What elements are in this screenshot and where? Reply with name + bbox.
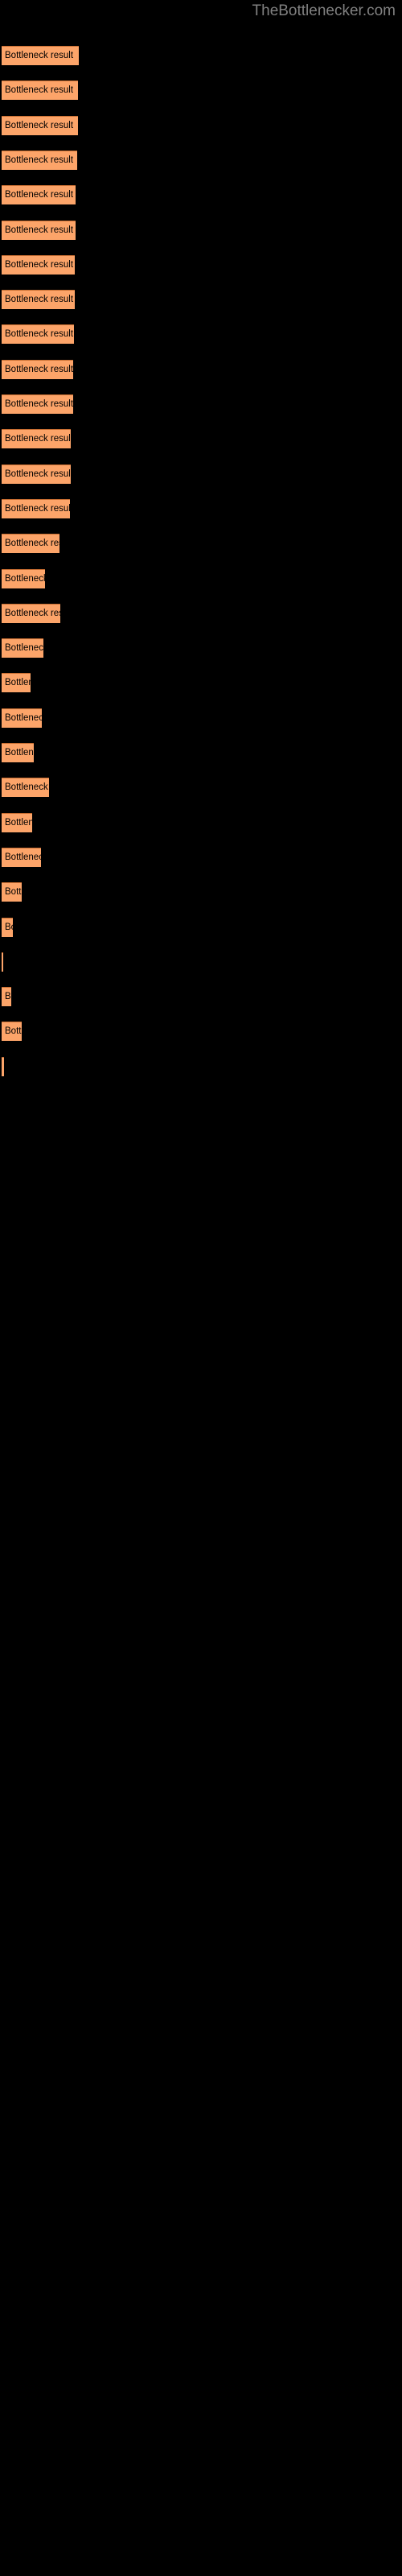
bar-label: Bottleneck result [5,643,43,654]
bar-label: Bottleneck result [5,120,74,130]
bar-row[interactable]: Bottleneck result [2,185,76,205]
bar-label: Bottleneck result [5,399,73,409]
bar-label: Bottleneck result [5,887,22,898]
bar-row[interactable]: Bottleneck result [2,952,3,972]
bar-label: Bottleneck result [5,782,49,793]
bar-row[interactable]: Bottleneck result [2,534,59,554]
bar-row[interactable]: Bottleneck result [2,1056,4,1076]
bar-row[interactable]: Bottleneck result [2,673,31,693]
bar-row[interactable]: Bottleneck result [2,254,75,275]
bar-label: Bottleneck result [5,295,74,305]
chart-page: TheBottlenecker.com Bottleneck result Bot… [0,0,402,2576]
bar-label: Bottleneck result [5,364,73,374]
bar-label: Bottleneck result [5,469,71,479]
bar-label: Bottleneck result [5,503,70,514]
bar-row[interactable]: Bottleneck result [2,568,45,588]
bar-row[interactable]: Bottleneck result [2,324,74,345]
bar-row[interactable]: Bottleneck result [2,847,41,867]
bar-fill [2,952,3,972]
bar-label: Bottleneck result [5,51,74,60]
bar-label: Bottleneck result [5,539,59,549]
bar-fill [2,1056,4,1076]
bar-label: Bottleneck result [5,573,45,584]
bar-label: Bottleneck result [5,608,60,618]
bar-label: Bottleneck result [5,190,74,200]
bar-row[interactable]: Bottleneck result [2,638,43,658]
bar-label: Bottleneck result [5,922,13,932]
bar-row[interactable]: Bottleneck result [2,498,70,518]
bar-row[interactable]: Bottleneck result [2,882,22,902]
bar-row[interactable]: Bottleneck result [2,290,75,310]
bar-label: Bottleneck result [5,329,74,340]
bar-label: Bottleneck result [5,1026,22,1037]
bar-row[interactable]: Bottleneck result [2,394,73,414]
bar-row[interactable]: Bottleneck result [2,708,42,728]
bar-row[interactable]: Bottleneck result [2,1022,22,1042]
bar-row[interactable]: Bottleneck result [2,115,78,135]
bar-row[interactable]: Bottleneck result [2,603,60,623]
bar-label: Bottleneck result [5,155,74,165]
bar-row[interactable]: Bottleneck result [2,743,34,762]
bar-label: Bottleneck result [5,225,74,235]
bar-row[interactable]: Bottleneck result [2,46,79,65]
bar-label: Bottleneck result [5,992,11,1002]
bar-row[interactable]: Bottleneck result [2,464,71,484]
bar-row[interactable]: Bottleneck result [2,812,32,832]
bar-label: Bottleneck result [5,852,41,862]
bar-label: Bottleneck result [5,712,42,723]
bar-row[interactable]: Bottleneck result [2,220,76,240]
bar-label: Bottleneck result [5,434,71,444]
bar-row[interactable]: Bottleneck result [2,80,78,101]
bar-chart: Bottleneck result Bottleneck result Bottle… [0,0,402,2576]
bar-row[interactable]: Bottleneck result [2,987,11,1007]
bar-label: Bottleneck result [5,259,74,270]
bar-row[interactable]: Bottleneck result [2,917,13,937]
bar-label: Bottleneck result [5,748,34,758]
bar-label: Bottleneck result [5,817,32,828]
bar-row[interactable]: Bottleneck result [2,150,77,170]
bar-row[interactable]: Bottleneck result [2,778,49,798]
bar-row[interactable]: Bottleneck result [2,359,73,379]
bar-label: Bottleneck result [5,678,31,688]
bar-row[interactable]: Bottleneck result [2,429,71,449]
bar-label: Bottleneck result [5,85,74,96]
